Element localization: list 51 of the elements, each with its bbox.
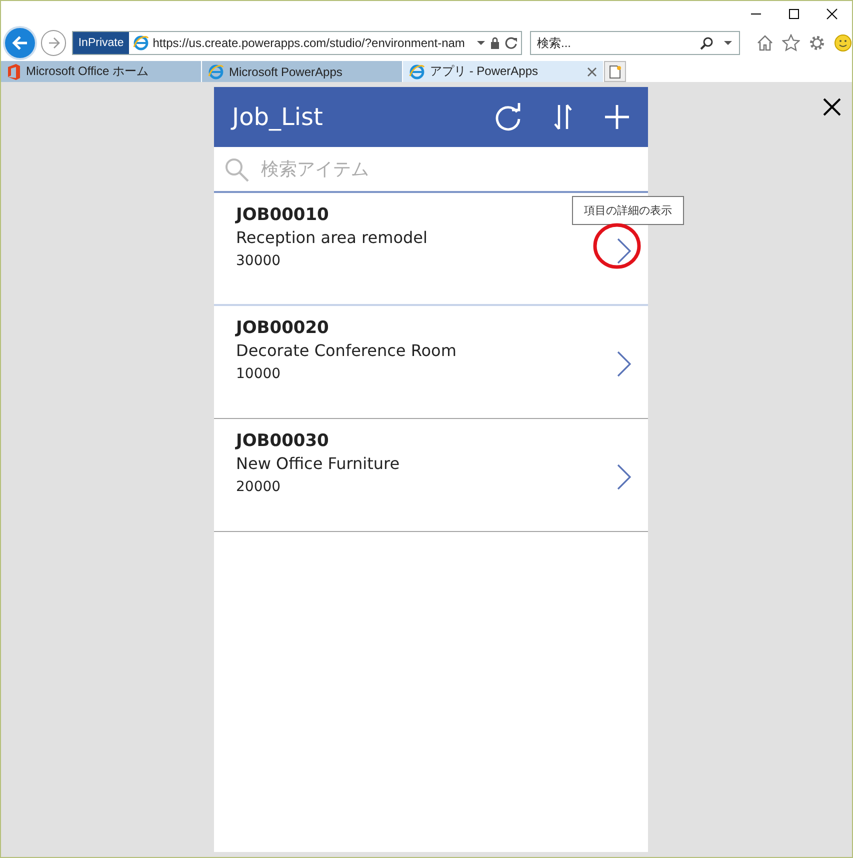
back-button[interactable] [3,26,37,60]
smiley-icon[interactable] [834,34,852,52]
browser-logo-icon [132,35,149,51]
list-item[interactable]: JOB00020 Decorate Conference Room 10000 [214,306,648,419]
tooltip: 項目の詳細の表示 [572,196,684,225]
job-id: JOB00020 [236,318,329,338]
browser-logo-icon [409,64,425,80]
chevron-right-icon[interactable] [616,463,632,491]
browser-tab[interactable]: アプリ - PowerApps [403,61,604,82]
job-title: Decorate Conference Room [236,341,456,360]
list-item[interactable]: JOB00030 New Office Furniture 20000 [214,419,648,532]
highlight-circle-icon [592,222,642,270]
add-icon[interactable] [604,104,630,130]
lock-icon [490,37,500,49]
job-id: JOB00030 [236,431,329,451]
chevron-right-icon[interactable] [616,350,632,378]
chevron-right-icon[interactable] [616,237,632,265]
star-icon[interactable] [782,34,800,52]
job-title: Reception area remodel [236,228,428,247]
home-icon[interactable] [756,34,774,52]
new-tab-button[interactable] [604,61,626,82]
inprivate-badge: InPrivate [73,32,129,54]
dropdown-icon[interactable] [476,39,486,47]
job-amount: 10000 [236,366,281,382]
browser-tab[interactable]: Microsoft PowerApps [202,61,403,82]
close-icon[interactable] [822,97,842,117]
refresh-icon[interactable] [494,103,522,131]
maximize-icon[interactable] [788,8,800,20]
office-logo-icon [7,64,21,80]
search-field[interactable]: 検索... [530,31,740,55]
arrow-right-icon [46,36,60,50]
browser-logo-icon [208,64,224,80]
dropdown-icon[interactable] [722,39,734,47]
forward-button[interactable] [40,30,66,56]
url-text: https://us.create.powerapps.com/studio/?environment-nam [152,36,466,50]
search-icon [224,157,250,183]
browser-tab[interactable]: Microsoft Office ホーム [1,61,202,82]
arrow-left-icon [10,34,29,52]
sort-icon[interactable] [552,103,574,131]
close-tab-icon[interactable] [587,66,597,76]
job-title: New Office Furniture [236,454,400,473]
job-id: JOB00010 [236,205,329,225]
address-bar[interactable]: InPrivate https://us.create.powerapps.com/studio/?environment-nam [72,31,522,55]
settings-icon[interactable] [808,34,826,52]
refresh-icon[interactable] [504,36,518,50]
app-title: Job_List [232,103,324,131]
job-amount: 20000 [236,479,281,495]
job-amount: 30000 [236,253,281,269]
close-icon[interactable] [826,8,838,20]
new-page-icon [609,64,621,78]
search-icon[interactable] [700,36,714,50]
